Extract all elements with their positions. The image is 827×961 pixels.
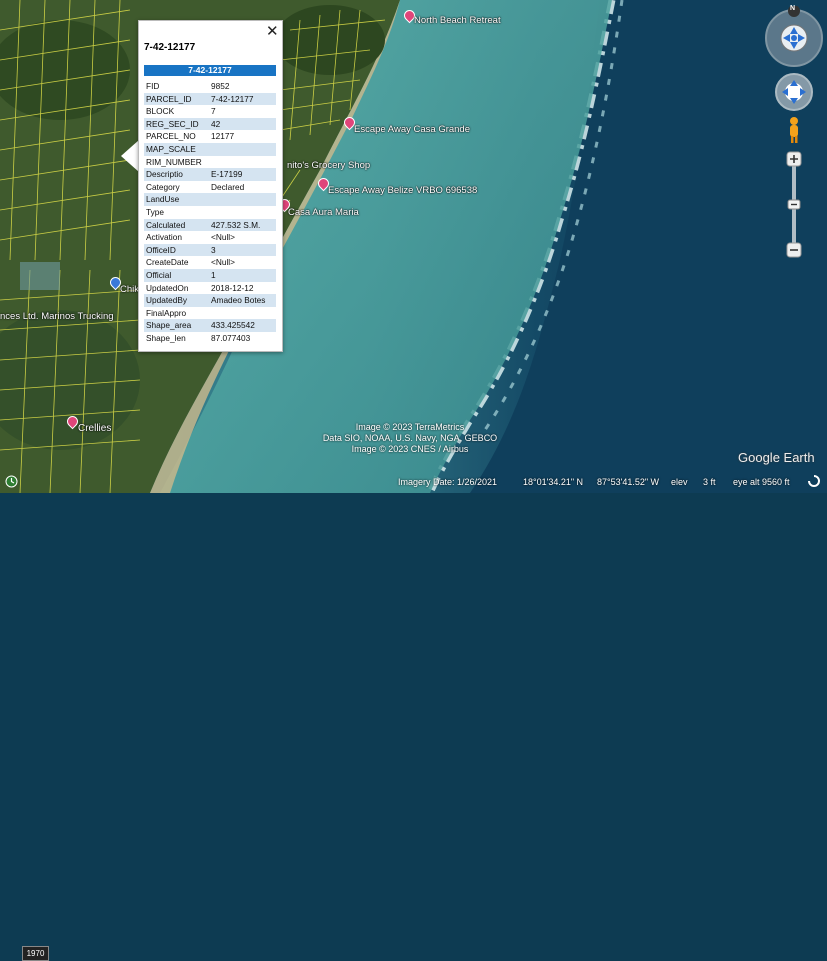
popup-tail (121, 140, 139, 172)
attribute-value: 3 (209, 243, 276, 257)
attribute-key: Activation (146, 232, 182, 243)
minus-icon[interactable] (786, 242, 802, 258)
attribute-key: PARCEL_ID (144, 92, 209, 106)
satellite-imagery (0, 0, 827, 493)
place-label-escape-grande[interactable]: Escape Away Casa Grande (354, 124, 470, 135)
imagery-date: Imagery Date: 1/26/2021 (398, 477, 498, 487)
imagery-attribution: Image © 2023 TerraMetrics Data SIO, NOAA… (322, 422, 498, 454)
attribute-value (209, 156, 276, 169)
attribute-row: MAP_SCALE (144, 142, 276, 156)
attribute-row: Shape_area 433.425542 (144, 319, 276, 332)
attribute-value: 9852 (211, 81, 230, 91)
attribute-row: Activation <Null> (144, 231, 276, 244)
elevation-value: 3 ft (703, 477, 716, 487)
google-earth-logo: Google Earth (738, 450, 815, 465)
attribute-value: Amadeo Botes (209, 294, 276, 307)
attribute-value: <Null> (211, 257, 235, 268)
popup-title: 7-42-12177 (144, 42, 196, 53)
attribute-key: REG_SEC_ID (144, 117, 209, 131)
attribute-row: CreateDate <Null> (144, 256, 276, 269)
attribute-key: Shape_len (146, 332, 186, 343)
attribute-row: LandUse (144, 193, 276, 206)
attribute-row: OfficeID 3 (144, 243, 276, 257)
latitude-readout: 18°01'34.21" N (523, 477, 584, 487)
attribute-row: REG_SEC_ID 42 (144, 117, 276, 131)
elevation-label: elev (671, 477, 688, 487)
attribute-key: UpdatedBy (144, 294, 209, 307)
attribute-row: PARCEL_NO 12177 (144, 130, 276, 143)
place-label-chik[interactable]: Chik (120, 284, 139, 295)
attribute-key: Calculated (144, 218, 209, 232)
attribute-row: FID 9852 (144, 80, 276, 93)
place-label-north-beach[interactable]: North Beach Retreat (414, 15, 501, 26)
attribute-row: UpdatedBy Amadeo Botes (144, 294, 276, 307)
attribute-key: FID (146, 81, 160, 91)
attribute-table: FID 9852 PARCEL_ID 7-42-12177 BLOCK 7 REG_SEC_… (144, 80, 276, 344)
zoom-slider-handle[interactable] (787, 199, 801, 210)
satellite-map[interactable]: North Beach Retreat Escape Away Casa Gra… (0, 0, 827, 493)
attribute-key: Shape_area (144, 319, 209, 332)
attribute-key: MAP_SCALE (144, 142, 209, 156)
attribute-key: RIM_NUMBER (146, 156, 202, 167)
attribute-value: 42 (209, 117, 276, 131)
spinner-icon (808, 475, 820, 487)
place-label-marinos[interactable]: nces Ltd. Marinos Trucking (0, 311, 114, 322)
place-label-crellies[interactable]: Crellies (78, 423, 111, 434)
attribute-key: Category (146, 181, 180, 192)
attribute-key: Type (146, 206, 164, 217)
attribute-row: Shape_len 87.077403 (144, 332, 276, 345)
attribute-key: PARCEL_NO (146, 131, 196, 142)
attribute-value (209, 193, 276, 206)
compass-ring-icon[interactable] (765, 9, 823, 67)
north-indicator: N (790, 5, 796, 12)
place-label-casa-aura[interactable]: Casa Aura Maria (288, 207, 359, 218)
close-icon[interactable]: ✕ (266, 22, 279, 40)
attribute-row: BLOCK 7 (144, 105, 276, 118)
status-bar: 1970 Imagery Date: 1/26/2021 18°01'34.21… (0, 472, 827, 961)
attribute-value: 7-42-12177 (209, 92, 276, 106)
attribute-row: Calculated 427.532 S.M. (144, 218, 276, 232)
attribute-value (209, 206, 276, 219)
hand-pan-icon[interactable] (775, 73, 813, 111)
attribute-row: FinalAppro (144, 307, 276, 320)
attribute-table-header: 7-42-12177 (144, 65, 276, 76)
longitude-readout: 87°53'41.52" W (597, 477, 660, 487)
attribute-value: 433.425542 (209, 319, 276, 332)
attribute-key: BLOCK (146, 106, 175, 117)
attribute-key: Official (144, 268, 209, 282)
place-label-grocery[interactable]: nito's Grocery Shop (287, 160, 370, 171)
historical-imagery-year[interactable]: 1970 (22, 946, 49, 961)
pegman-icon[interactable] (790, 117, 798, 143)
attribute-value: 87.077403 (211, 332, 251, 343)
attribute-value: 1 (209, 268, 276, 282)
attribute-row: Category Declared (144, 181, 276, 194)
attribute-row: Descriptio E-17199 (144, 168, 276, 181)
attribute-value (209, 307, 276, 320)
attribute-row: Type (144, 206, 276, 219)
attribute-row: UpdatedOn 2018-12-12 (144, 282, 276, 295)
attribute-key: CreateDate (146, 257, 189, 268)
attribute-value: Declared (211, 181, 245, 192)
attribute-row: Official 1 (144, 268, 276, 282)
place-label-escape-vrbo[interactable]: Escape Away Belize VRBO 696538 (328, 185, 477, 196)
parcel-info-balloon: ✕ 7-42-12177 7-42-12177 FID 9852 PARCEL_ID… (138, 20, 283, 352)
attribute-value: 12177 (211, 131, 235, 142)
attribute-value: 427.532 S.M. (209, 218, 276, 232)
attribute-row: PARCEL_ID 7-42-12177 (144, 92, 276, 106)
attribute-value: 2018-12-12 (211, 282, 254, 293)
attribute-row: RIM_NUMBER (144, 156, 276, 169)
attribute-value: E-17199 (209, 168, 276, 181)
attribute-key: Descriptio (144, 168, 209, 181)
attribute-value (209, 142, 276, 156)
attribute-value: <Null> (211, 232, 235, 243)
attribute-value: 7 (211, 106, 216, 117)
attribute-key: OfficeID (144, 243, 209, 257)
attribute-key: FinalAppro (146, 307, 187, 318)
attribute-key: LandUse (144, 193, 209, 206)
history-clock-icon[interactable] (5, 475, 18, 488)
plus-icon[interactable] (786, 151, 802, 167)
navigation-controls: N (765, 5, 825, 266)
attribute-key: UpdatedOn (146, 282, 189, 293)
eye-altitude: eye alt 9560 ft (733, 477, 790, 487)
